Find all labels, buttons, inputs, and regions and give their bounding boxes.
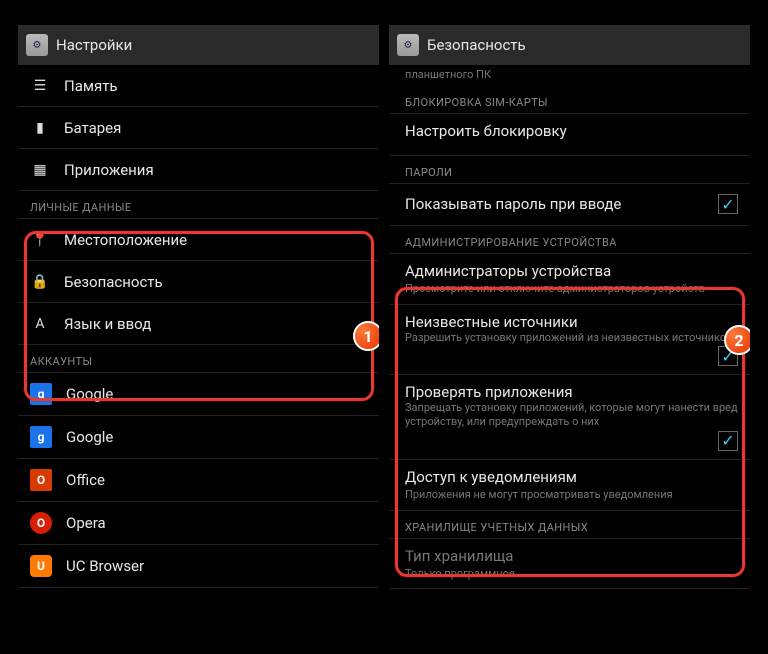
- opera-icon: O: [30, 512, 52, 534]
- google-icon: g: [30, 426, 52, 448]
- sub-tablet-pc: планшетного ПК: [389, 65, 750, 86]
- item-notif-access[interactable]: Доступ к уведомлениям Приложения не могу…: [389, 460, 750, 511]
- item-label: Местоположение: [64, 231, 187, 249]
- settings-icon: ⚙: [26, 34, 48, 56]
- settings-icon: ⚙: [397, 34, 419, 56]
- settings-screen: ⚙ Настройки ☰ Память ▮ Батарея ▦ Приложе…: [18, 25, 379, 629]
- item-battery[interactable]: ▮ Батарея: [18, 107, 379, 149]
- badge-1: 1: [353, 321, 379, 351]
- item-label: Безопасность: [64, 273, 163, 291]
- item-title: Проверять приложения: [405, 383, 738, 401]
- item-verify-apps[interactable]: Проверять приложения Запрещать установку…: [389, 375, 750, 460]
- item-location[interactable]: 📍 Местоположение: [18, 219, 379, 261]
- security-content: планшетного ПК БЛОКИРОВКА SIM-КАРТЫ Наст…: [389, 65, 750, 629]
- item-label: Память: [64, 77, 118, 95]
- language-icon: A: [30, 314, 50, 334]
- section-storage: ХРАНИЛИЩЕ УЧЕТНЫХ ДАННЫХ: [389, 511, 750, 539]
- item-title: Администраторы устройства: [405, 262, 611, 280]
- item-label: Google: [66, 428, 113, 446]
- section-passwords: ПАРОЛИ: [389, 156, 750, 184]
- lock-icon: 🔒: [30, 272, 50, 292]
- office-icon: O: [30, 469, 52, 491]
- header-title: Настройки: [56, 36, 132, 54]
- badge-2: 2: [724, 325, 750, 355]
- item-sub: Запрещать установку приложений, которые …: [405, 401, 738, 429]
- item-apps[interactable]: ▦ Приложения: [18, 149, 379, 191]
- account-opera[interactable]: O Opera: [18, 502, 379, 545]
- account-google-1[interactable]: g Google: [18, 373, 379, 416]
- uc-icon: U: [30, 555, 52, 577]
- checkbox-icon[interactable]: ✓: [718, 194, 738, 214]
- apps-icon: ▦: [30, 160, 50, 180]
- section-personal: ЛИЧНЫЕ ДАННЫЕ: [18, 191, 379, 219]
- account-uc[interactable]: U UC Browser: [18, 545, 379, 588]
- item-label: Язык и ввод: [64, 315, 151, 333]
- memory-icon: ☰: [30, 76, 50, 96]
- item-label: UC Browser: [66, 557, 144, 575]
- item-title: Тип хранилища: [405, 547, 513, 565]
- item-sub: Только программное: [405, 567, 515, 581]
- security-screen: ⚙ Безопасность планшетного ПК БЛОКИРОВКА…: [389, 25, 750, 629]
- item-unknown-sources[interactable]: Неизвестные источники Разрешить установк…: [389, 305, 750, 376]
- item-label: Opera: [66, 514, 106, 532]
- item-security[interactable]: 🔒 Безопасность: [18, 261, 379, 303]
- item-title: Показывать пароль при вводе: [405, 195, 621, 213]
- section-admin: АДМИНИСТРИРОВАНИЕ УСТРОЙСТВА: [389, 226, 750, 254]
- item-sim-lock[interactable]: Настроить блокировку: [389, 114, 750, 156]
- item-title: Доступ к уведомлениям: [405, 468, 577, 486]
- item-title: Настроить блокировку: [405, 122, 567, 140]
- checkbox-icon[interactable]: ✓: [718, 431, 738, 451]
- item-sub: Приложения не могут просматривать уведом…: [405, 488, 673, 502]
- header: ⚙ Настройки: [18, 25, 379, 65]
- account-office[interactable]: O Office: [18, 459, 379, 502]
- item-memory[interactable]: ☰ Память: [18, 65, 379, 107]
- item-language[interactable]: A Язык и ввод: [18, 303, 379, 345]
- battery-icon: ▮: [30, 118, 50, 138]
- item-device-admins[interactable]: Администраторы устройства Просмотрите ил…: [389, 254, 750, 305]
- item-label: Приложения: [64, 161, 154, 179]
- item-label: Office: [66, 471, 105, 489]
- item-show-password[interactable]: Показывать пароль при вводе ✓: [389, 184, 750, 226]
- header: ⚙ Безопасность: [389, 25, 750, 65]
- location-icon: 📍: [30, 230, 50, 250]
- settings-content: ☰ Память ▮ Батарея ▦ Приложения ЛИЧНЫЕ Д…: [18, 65, 379, 629]
- item-sub: Разрешить установку приложений из неизве…: [405, 331, 732, 345]
- google-icon: g: [30, 383, 52, 405]
- section-sim: БЛОКИРОВКА SIM-КАРТЫ: [389, 86, 750, 114]
- account-google-2[interactable]: g Google: [18, 416, 379, 459]
- item-label: Батарея: [64, 119, 121, 137]
- item-sub: Просмотрите или отключите администраторо…: [405, 282, 705, 296]
- section-accounts: АККАУНТЫ: [18, 345, 379, 373]
- item-storage-type: Тип хранилища Только программное: [389, 539, 750, 590]
- item-title: Неизвестные источники: [405, 313, 732, 331]
- header-title: Безопасность: [427, 36, 526, 54]
- item-label: Google: [66, 385, 113, 403]
